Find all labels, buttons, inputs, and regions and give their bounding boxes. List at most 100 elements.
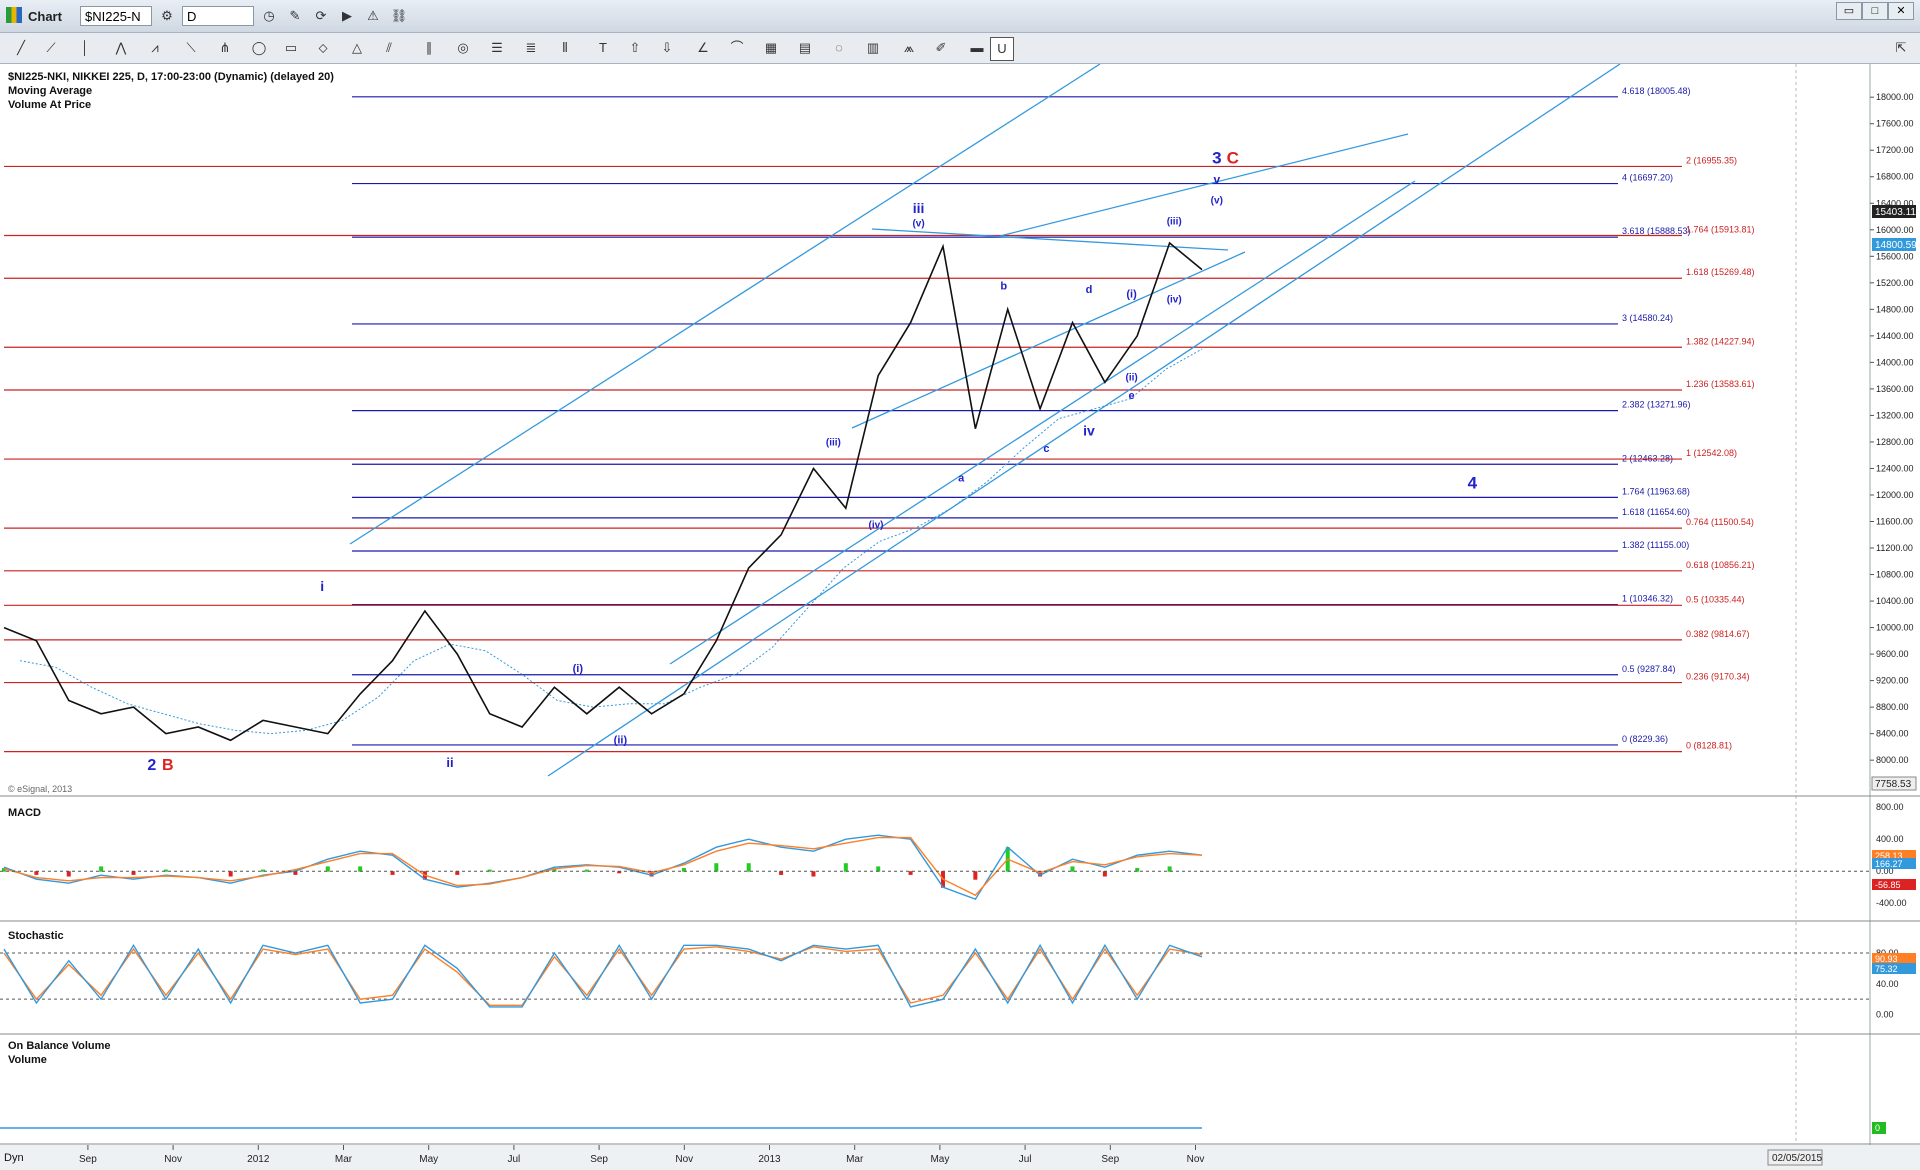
wave-label: (iv) (1167, 295, 1182, 306)
eraser-tool-icon[interactable]: ⬦ (312, 37, 334, 59)
x-tick-label: 2012 (247, 1154, 270, 1165)
blue-fib-label: 1.382 (11155.00) (1622, 540, 1689, 550)
grid-tool-icon[interactable]: ▦ (760, 37, 782, 59)
line-tool-icon[interactable]: ╱ (10, 37, 32, 59)
channel-tool-icon[interactable]: ⫽ (378, 37, 400, 59)
blue-fib-label: 3.618 (15888.53) (1622, 226, 1691, 236)
chart-header-line1: $NI225-NKI, NIKKEI 225, D, 17:00-23:00 (… (8, 71, 334, 83)
x-tick-label: Sep (590, 1154, 608, 1165)
red-fib-label: 0.618 (10856.21) (1686, 560, 1755, 570)
cycle-tool-icon[interactable]: ◌ (828, 37, 850, 59)
play-icon[interactable]: ▶ (336, 5, 358, 27)
x-tick-label: Sep (79, 1154, 97, 1165)
obv-value-label: 0 (1875, 1123, 1880, 1133)
red-fib-label: 0.236 (9170.34) (1686, 672, 1750, 682)
arrow-down-icon[interactable]: ⇩ (656, 37, 678, 59)
esignal-watermark: © eSignal, 2013 (8, 784, 72, 794)
magnet-icon[interactable]: U (990, 37, 1014, 61)
blue-fib-label: 1.764 (11963.68) (1622, 486, 1690, 496)
price-tick-label: 17600.00 (1876, 119, 1914, 129)
app-icon (6, 7, 22, 23)
time-zones-icon[interactable]: ⦀ (554, 37, 576, 59)
macd-hist-bar (811, 871, 816, 877)
price-tick-label: 12800.00 (1876, 437, 1914, 447)
chart-header-line2: Moving Average (8, 85, 92, 97)
clock-icon[interactable]: ◷ (258, 5, 280, 27)
wave-tool-icon[interactable]: ⋀ (110, 37, 132, 59)
close-button[interactable]: ✕ (1888, 2, 1914, 20)
wave-label: ii (446, 755, 453, 770)
symbol-settings-icon[interactable]: ⚙ (156, 5, 178, 27)
macd-hist-bar (714, 863, 719, 872)
ma-label: 14800.59 (1875, 240, 1917, 251)
macd-hist-bar (390, 871, 395, 875)
price-tick-label: 13600.00 (1876, 384, 1914, 394)
arrow-up-icon[interactable]: ⇧ (624, 37, 646, 59)
price-tick-label: 11600.00 (1876, 516, 1913, 526)
comment-tool-icon[interactable]: ▬ (966, 37, 988, 59)
zigzag-tool-icon[interactable]: ⩕ (898, 37, 920, 59)
pitchfork-icon[interactable]: ⋔ (214, 37, 236, 59)
stochastic-panel-title: Stochastic (8, 930, 64, 942)
price-tick-label: 18000.00 (1876, 92, 1914, 102)
alert-icon[interactable]: ⚠ (362, 5, 384, 27)
bottom-label: 7758.53 (1875, 779, 1912, 790)
macd-tick-label: -400.00 (1876, 898, 1907, 908)
triangle-tool-icon[interactable]: △ (346, 37, 368, 59)
interval-input[interactable]: D (182, 6, 254, 26)
x-tick-label: Nov (1187, 1154, 1205, 1165)
stoch-badge-label: 75.32 (1875, 964, 1898, 974)
price-tick-label: 9200.00 (1876, 676, 1909, 686)
angle-tool-icon[interactable]: ∠ (692, 37, 714, 59)
ellipse-tool-icon[interactable]: ◯ (248, 37, 270, 59)
pti-tool-icon[interactable]: ▥ (862, 37, 884, 59)
vertical-line-icon[interactable]: │ (74, 37, 96, 59)
price-tick-label: 14000.00 (1876, 357, 1914, 367)
circle-target-icon[interactable]: ◎ (452, 37, 474, 59)
fib-levels-icon[interactable]: ☰ (486, 37, 508, 59)
blue-fib-label: 3 (14580.24) (1622, 313, 1673, 323)
draw-toggle-icon[interactable]: ✎ (284, 5, 306, 27)
fib-tool-icon[interactable]: ⩘ (144, 37, 166, 59)
wave-label: B (162, 757, 174, 774)
price-tick-label: 9600.00 (1876, 649, 1909, 659)
fib-extension-icon[interactable]: ≣ (520, 37, 542, 59)
macd-hist-bar (973, 871, 978, 880)
red-fib-label: 0.382 (9814.67) (1686, 629, 1750, 639)
expand-icon[interactable]: ⇱ (1890, 37, 1912, 59)
volume-panel-title: Volume (8, 1054, 47, 1066)
pencil-tool-icon[interactable]: ✐ (930, 37, 952, 59)
wave-label: (ii) (1125, 372, 1137, 383)
red-fib-label: 0 (8128.81) (1686, 741, 1732, 751)
window-title: Chart (28, 9, 62, 24)
parallel-lines-icon[interactable]: ∥ (418, 37, 440, 59)
arc-tool-icon[interactable]: ⌒ (726, 37, 748, 59)
refresh-icon[interactable]: ⟳ (310, 5, 332, 27)
title-bar: Chart $NI225-N ⚙ D ◷ ✎ ⟳ ▶ ⚠ ⛓ ▭ □ ✕ (0, 0, 1920, 33)
wave-label: e (1129, 390, 1135, 402)
price-tick-label: 15600.00 (1876, 251, 1914, 261)
wave-label: C (1227, 148, 1239, 167)
fan-tool-icon[interactable]: ⟍ (180, 37, 202, 59)
symbol-input[interactable]: $NI225-N (80, 6, 152, 26)
mob-tool-icon[interactable]: ▤ (794, 37, 816, 59)
wave-label: (i) (1126, 288, 1137, 300)
price-tick-label: 8800.00 (1876, 702, 1909, 712)
link-icon[interactable]: ⛓ (388, 5, 410, 27)
chart-header-line3: Volume At Price (8, 99, 91, 111)
minimize-button[interactable]: ▭ (1836, 2, 1862, 20)
rectangle-tool-icon[interactable]: ▭ (280, 37, 302, 59)
macd-hist-bar (455, 871, 460, 875)
last-price-label: 15403.11 (1875, 207, 1916, 218)
wave-label: d (1086, 284, 1093, 296)
text-tool-icon[interactable]: T (592, 37, 614, 59)
blue-fib-label: 2 (12463.28) (1622, 453, 1673, 463)
red-fib-label: 1.618 (15269.48) (1686, 267, 1755, 277)
ray-tool-icon[interactable]: ⟋ (40, 37, 62, 59)
x-tick-label: Sep (1101, 1154, 1119, 1165)
wave-label: (v) (912, 218, 924, 229)
stoch-badges: 90.9375.32 (1872, 953, 1916, 974)
maximize-button[interactable]: □ (1862, 2, 1888, 20)
stoch-badge-label: 90.93 (1875, 954, 1898, 964)
price-tick-label: 15200.00 (1876, 278, 1914, 288)
